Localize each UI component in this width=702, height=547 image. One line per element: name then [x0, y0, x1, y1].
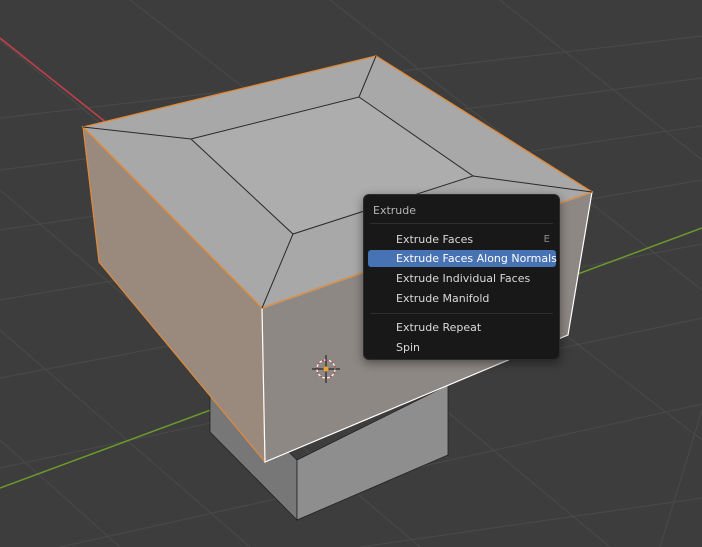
- menu-item-extrude-manifold[interactable]: Extrude Manifold: [368, 290, 556, 307]
- menu-item-label: Spin: [396, 341, 420, 354]
- 3d-viewport[interactable]: Extrude Extrude Faces E Extrude Faces Al…: [0, 0, 702, 547]
- menu-item-label: Extrude Faces Along Normals: [396, 252, 557, 265]
- menu-title: Extrude: [373, 204, 417, 217]
- menu-item-shortcut: E: [543, 234, 550, 245]
- menu-separator: [370, 313, 553, 314]
- menu-item-label: Extrude Faces: [396, 233, 474, 246]
- menu-item-extrude-faces[interactable]: Extrude Faces E: [368, 231, 556, 248]
- menu-item-label: Extrude Individual Faces: [396, 272, 531, 285]
- menu-item-extrude-faces-along-normals[interactable]: Extrude Faces Along Normals: [368, 250, 557, 267]
- menu-separator: [370, 223, 553, 224]
- menu-item-extrude-repeat[interactable]: Extrude Repeat: [368, 319, 556, 336]
- viewport-scene[interactable]: [0, 0, 702, 547]
- menu-item-label: Extrude Manifold: [396, 292, 490, 305]
- extrude-menu[interactable]: Extrude Extrude Faces E Extrude Faces Al…: [363, 194, 560, 360]
- menu-item-spin[interactable]: Spin: [368, 339, 556, 356]
- menu-item-extrude-individual-faces[interactable]: Extrude Individual Faces: [368, 270, 556, 287]
- menu-item-label: Extrude Repeat: [396, 321, 482, 334]
